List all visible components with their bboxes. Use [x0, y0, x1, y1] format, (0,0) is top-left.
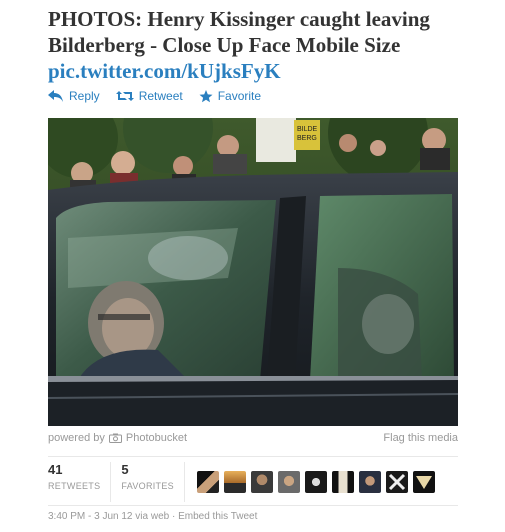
tweet-media-link[interactable]: pic.twitter.com/kUjksFyK	[48, 59, 281, 83]
powered-by-label: powered by	[48, 432, 105, 444]
embed-tweet-link[interactable]: Embed this Tweet	[178, 511, 257, 522]
media-footer: powered by Photobucket Flag this media	[48, 432, 458, 444]
retweeter-avatars	[195, 462, 435, 502]
powered-by: powered by Photobucket	[48, 432, 187, 444]
retweets-count: 41	[48, 462, 63, 477]
reply-button[interactable]: Reply	[48, 89, 100, 103]
retweet-label: Retweet	[138, 89, 183, 103]
favorites-count: 5	[121, 462, 129, 477]
meta-separator: ·	[171, 511, 176, 522]
retweet-button[interactable]: Retweet	[115, 89, 183, 103]
flag-media-link[interactable]: Flag this media	[383, 432, 458, 444]
svg-text:BERG: BERG	[297, 135, 317, 142]
tweet-meta: 3:40 PM - 3 Jun 12 via web · Embed this …	[48, 511, 257, 522]
star-icon	[199, 89, 213, 102]
retweets-stat[interactable]: 41 RETWEETS	[48, 462, 112, 502]
avatar[interactable]	[412, 471, 435, 493]
reply-label: Reply	[69, 89, 100, 103]
retweets-label: RETWEETS	[48, 481, 101, 491]
favorite-button[interactable]: Favorite	[199, 89, 261, 103]
avatar[interactable]	[250, 471, 273, 493]
avatar[interactable]	[385, 471, 408, 493]
svg-text:BILDE: BILDE	[297, 126, 318, 133]
tweet-text: PHOTOS: Henry Kissinger caught leaving B…	[48, 6, 498, 84]
provider-name[interactable]: Photobucket	[126, 432, 187, 444]
tweet-timestamp[interactable]: 3:40 PM - 3 Jun 12	[48, 511, 133, 522]
camera-icon	[108, 433, 122, 443]
tweet-photo[interactable]: BILDE BERG	[48, 118, 458, 426]
favorites-label: FAVORITES	[121, 481, 174, 491]
avatar[interactable]	[331, 471, 354, 493]
tweet-actions: Reply Retweet Favorite	[48, 89, 261, 103]
avatar[interactable]	[277, 471, 300, 493]
tweet-body: PHOTOS: Henry Kissinger caught leaving B…	[48, 7, 430, 57]
kissinger-car-photo: BILDE BERG	[48, 118, 458, 426]
avatar[interactable]	[196, 471, 219, 493]
avatar[interactable]	[304, 471, 327, 493]
favorites-stat[interactable]: 5 FAVORITES	[121, 462, 185, 502]
divider	[48, 456, 458, 457]
tweet-source: via web	[135, 511, 170, 522]
favorite-label: Favorite	[217, 89, 262, 103]
tweet-stats: 41 RETWEETS 5 FAVORITES	[48, 462, 435, 502]
avatar[interactable]	[358, 471, 381, 493]
reply-icon	[48, 90, 63, 102]
retweet-icon	[115, 91, 134, 101]
divider	[48, 505, 458, 506]
avatar[interactable]	[223, 471, 246, 493]
